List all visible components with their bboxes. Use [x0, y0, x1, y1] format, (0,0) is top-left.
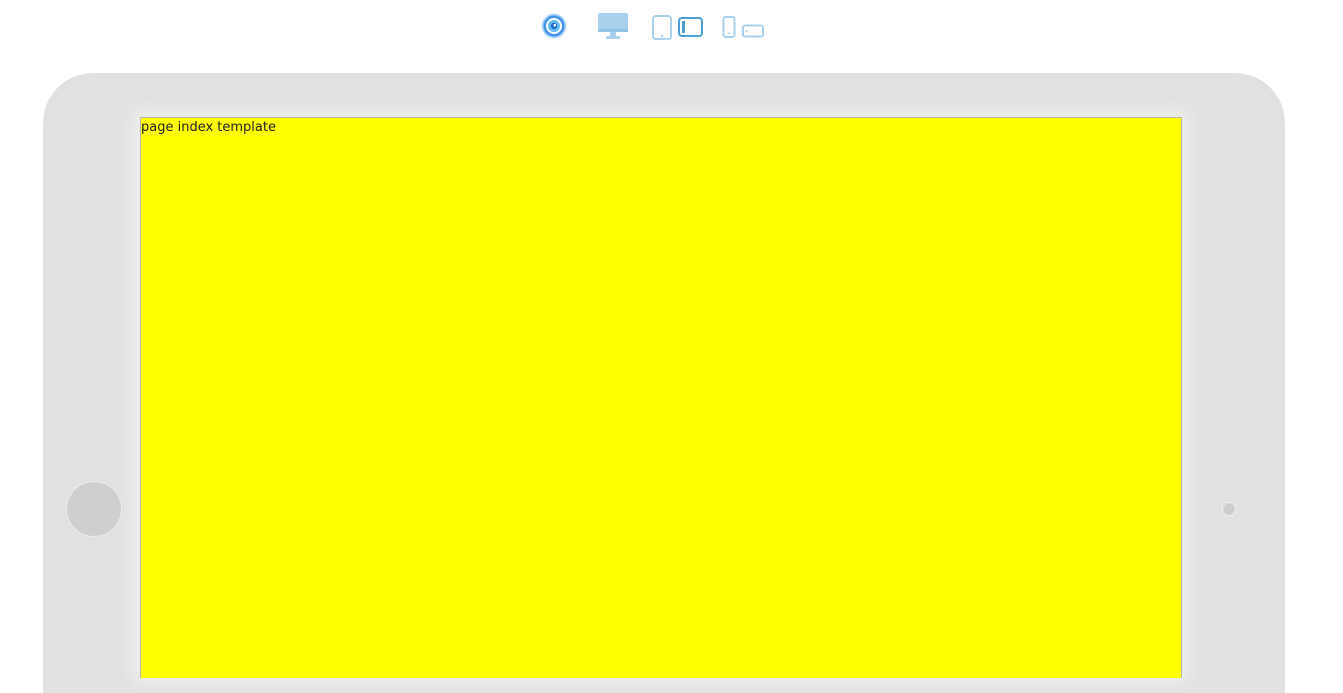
desktop-monitor-icon[interactable] [597, 12, 629, 40]
home-button[interactable] [66, 481, 122, 537]
page-content-text: page index template [141, 120, 276, 135]
phone-portrait-icon[interactable] [722, 16, 736, 38]
tablet-portrait-icon[interactable] [652, 15, 672, 40]
device-screen[interactable]: page index template [140, 117, 1182, 678]
camera-dot [1222, 502, 1236, 516]
phone-landscape-icon[interactable] [742, 24, 764, 38]
tablet-landscape-icon[interactable] [678, 17, 703, 37]
device-preview-toolbar [0, 0, 1343, 60]
swirl-logo-icon[interactable] [540, 12, 568, 40]
